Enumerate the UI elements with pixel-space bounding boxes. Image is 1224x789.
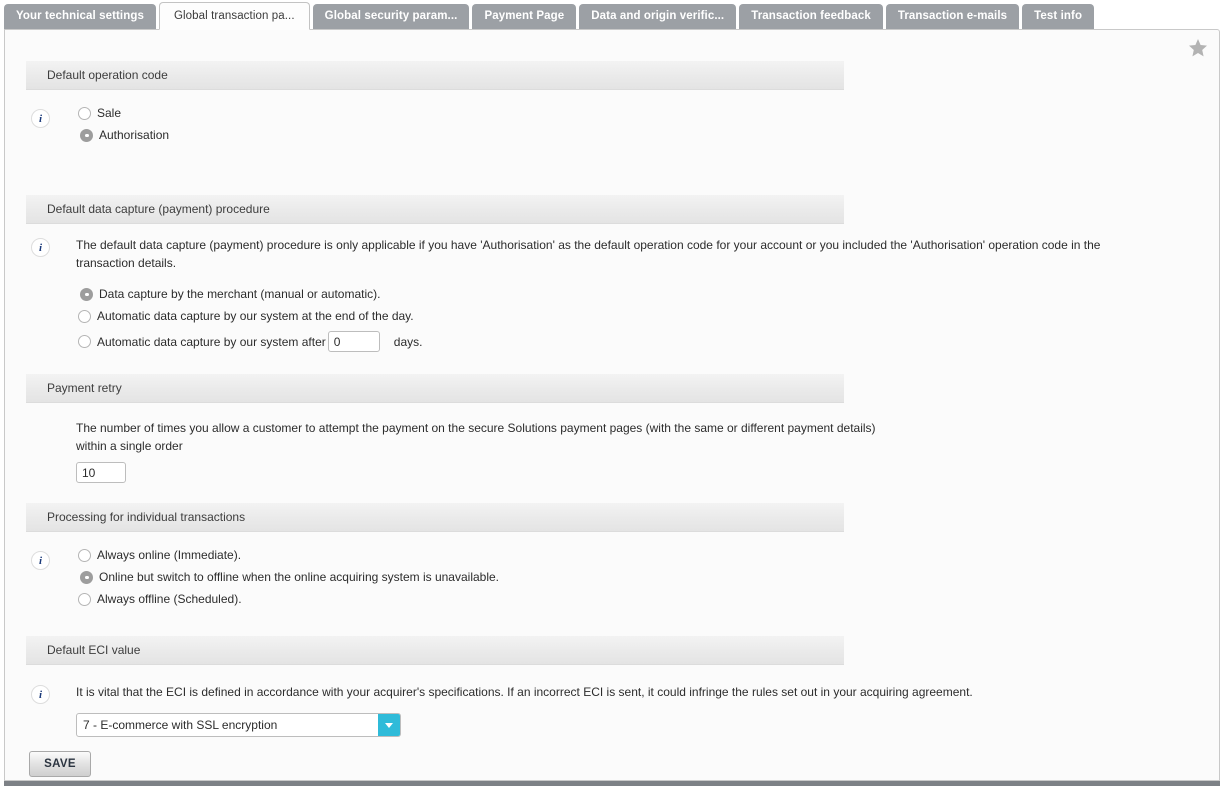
radio-label-sale: Sale bbox=[97, 106, 121, 120]
section-default-operation-code: Default operation code i Sale Authorisat… bbox=[5, 61, 1219, 150]
radio-row-authorisation[interactable]: Authorisation bbox=[80, 128, 1219, 142]
radio-row-capture-merchant[interactable]: Data capture by the merchant (manual or … bbox=[80, 287, 1219, 301]
tab-transaction-emails[interactable]: Transaction e-mails bbox=[886, 4, 1019, 30]
operation-code-body: i Sale Authorisation bbox=[5, 106, 1219, 142]
content-panel: Default operation code i Sale Authorisat… bbox=[4, 29, 1220, 781]
radio-always-online[interactable] bbox=[78, 549, 91, 562]
radio-sale[interactable] bbox=[78, 107, 91, 120]
radio-online-switch-offline[interactable] bbox=[80, 571, 93, 584]
section-title-payment-retry: Payment retry bbox=[26, 374, 844, 403]
info-icon[interactable]: i bbox=[31, 551, 50, 570]
payment-retry-input[interactable] bbox=[76, 462, 126, 483]
tab-your-technical-settings[interactable]: Your technical settings bbox=[4, 4, 156, 30]
payment-retry-description: The number of times you allow a customer… bbox=[76, 419, 906, 455]
radio-capture-after-days[interactable] bbox=[78, 335, 91, 348]
section-title-processing: Processing for individual transactions bbox=[26, 503, 844, 532]
radio-label-authorisation: Authorisation bbox=[99, 128, 169, 142]
section-payment-retry: Payment retry The number of times you al… bbox=[5, 374, 1219, 483]
tab-payment-page[interactable]: Payment Page bbox=[472, 4, 576, 30]
radio-authorisation[interactable] bbox=[80, 129, 93, 142]
section-default-data-capture: Default data capture (payment) procedure… bbox=[5, 195, 1219, 360]
tab-global-security-parameters[interactable]: Global security param... bbox=[313, 4, 470, 30]
section-default-eci-value: Default ECI value i It is vital that the… bbox=[5, 636, 1219, 737]
radio-row-always-offline[interactable]: Always offline (Scheduled). bbox=[78, 592, 1219, 606]
section-title-operation-code: Default operation code bbox=[26, 61, 844, 90]
save-button[interactable]: SAVE bbox=[29, 751, 91, 777]
radio-row-capture-end-of-day[interactable]: Automatic data capture by our system at … bbox=[78, 309, 1219, 323]
bottom-bar bbox=[4, 781, 1220, 786]
info-icon[interactable]: i bbox=[31, 109, 50, 128]
info-icon[interactable]: i bbox=[31, 238, 50, 257]
tab-transaction-feedback[interactable]: Transaction feedback bbox=[739, 4, 883, 30]
data-capture-description: The default data capture (payment) proce… bbox=[76, 236, 1141, 272]
days-input[interactable] bbox=[328, 331, 380, 352]
eci-body: i It is vital that the ECI is defined in… bbox=[5, 683, 1219, 737]
radio-capture-end-of-day[interactable] bbox=[78, 310, 91, 323]
eci-description: It is vital that the ECI is defined in a… bbox=[76, 683, 1141, 701]
radio-label-online-switch-offline: Online but switch to offline when the on… bbox=[99, 570, 499, 584]
radio-label-capture-merchant: Data capture by the merchant (manual or … bbox=[99, 287, 380, 301]
data-capture-body: i The default data capture (payment) pro… bbox=[5, 236, 1219, 352]
star-icon[interactable] bbox=[1187, 37, 1209, 59]
radio-label-always-offline: Always offline (Scheduled). bbox=[97, 592, 242, 606]
info-icon[interactable]: i bbox=[31, 685, 50, 704]
processing-body: i Always online (Immediate). Online but … bbox=[5, 548, 1219, 606]
radio-row-online-switch-offline[interactable]: Online but switch to offline when the on… bbox=[80, 570, 1219, 584]
tab-bar: Your technical settings Global transacti… bbox=[0, 0, 1224, 30]
tab-global-transaction-parameters[interactable]: Global transaction pa... bbox=[159, 2, 310, 30]
radio-label-always-online: Always online (Immediate). bbox=[97, 548, 241, 562]
radio-always-offline[interactable] bbox=[78, 593, 91, 606]
radio-capture-merchant[interactable] bbox=[80, 288, 93, 301]
chevron-down-icon[interactable] bbox=[378, 714, 400, 736]
payment-retry-body: The number of times you allow a customer… bbox=[5, 419, 1219, 483]
radio-label-capture-end-of-day: Automatic data capture by our system at … bbox=[97, 309, 414, 323]
radio-row-sale[interactable]: Sale bbox=[78, 106, 1219, 120]
section-title-data-capture: Default data capture (payment) procedure bbox=[26, 195, 844, 224]
tab-test-info[interactable]: Test info bbox=[1022, 4, 1094, 30]
radio-row-capture-after-days[interactable]: Automatic data capture by our system aft… bbox=[78, 331, 1219, 352]
tab-data-and-origin-verification[interactable]: Data and origin verific... bbox=[579, 4, 736, 30]
section-processing-individual-transactions: Processing for individual transactions i… bbox=[5, 503, 1219, 614]
radio-label-capture-after-days: Automatic data capture by our system aft… bbox=[97, 335, 326, 349]
days-suffix-label: days. bbox=[394, 335, 423, 349]
eci-select[interactable]: 7 - E-commerce with SSL encryption bbox=[76, 713, 401, 737]
settings-page: Your technical settings Global transacti… bbox=[0, 0, 1224, 789]
eci-select-value: 7 - E-commerce with SSL encryption bbox=[77, 714, 378, 736]
radio-row-always-online[interactable]: Always online (Immediate). bbox=[78, 548, 1219, 562]
section-title-eci: Default ECI value bbox=[26, 636, 844, 665]
